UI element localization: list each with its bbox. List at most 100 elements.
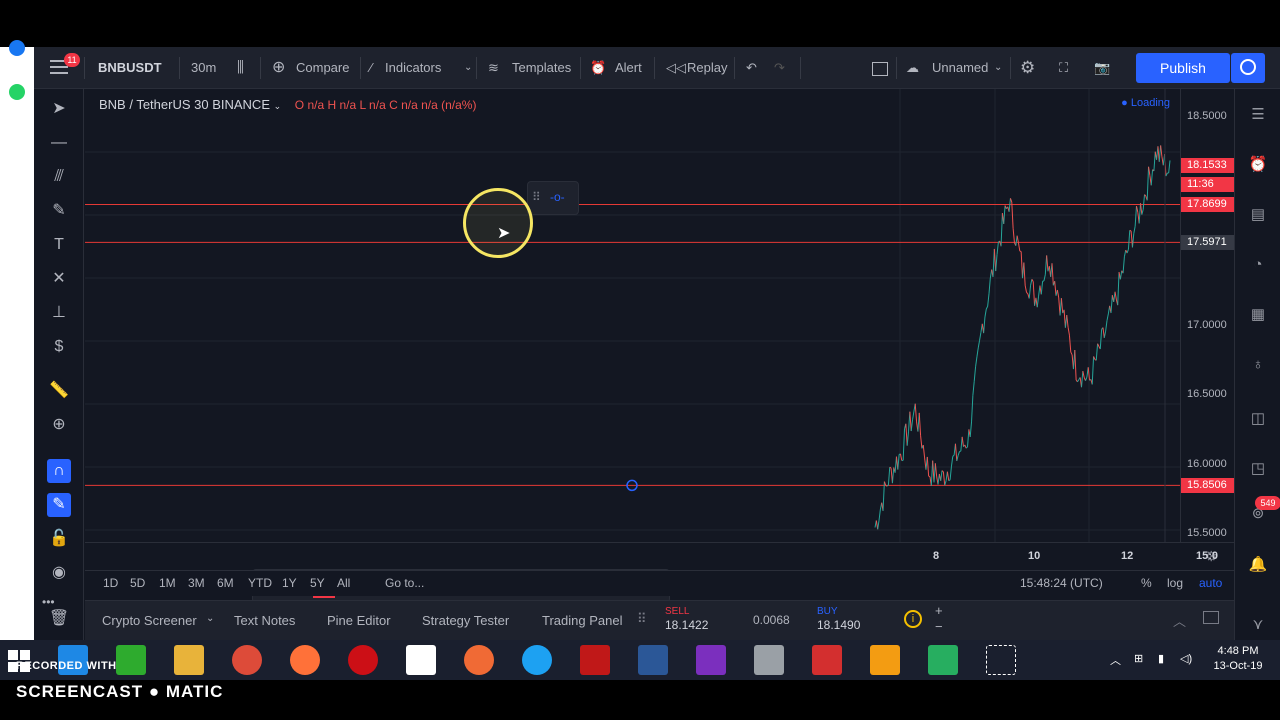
live-stream-button[interactable] bbox=[1231, 53, 1265, 83]
range-button-5d[interactable]: 5D bbox=[130, 576, 145, 590]
compare-button[interactable]: Compare bbox=[296, 47, 349, 89]
snipping-tool-icon[interactable] bbox=[986, 645, 1016, 675]
legend-symbol-title[interactable]: BNB / TetherUS 30 BINANCE bbox=[99, 97, 270, 112]
mini-drawing-toolbar[interactable]: ⠿ -o- bbox=[527, 181, 579, 215]
indicators-chevron-down-icon[interactable]: ⌄ bbox=[464, 47, 472, 89]
chrome-icon[interactable] bbox=[232, 645, 262, 675]
redo-icon[interactable]: ↷ bbox=[774, 47, 785, 89]
taskbar-clock[interactable]: 4:48 PM 13-Oct-19 bbox=[1208, 644, 1268, 674]
whatsapp-icon[interactable] bbox=[9, 84, 25, 100]
zoom-in-icon[interactable]: ⊕ bbox=[47, 413, 71, 437]
tray-chevron-up-icon[interactable]: ︿ bbox=[1110, 652, 1121, 668]
alert-clock-icon[interactable]: ⏰ bbox=[590, 47, 606, 89]
word-icon[interactable] bbox=[638, 645, 668, 675]
screener-chevron-down-icon[interactable]: ⌄ bbox=[206, 613, 214, 624]
indicators-button[interactable]: Indicators bbox=[385, 47, 441, 89]
indicators-fx-icon[interactable]: ∕ bbox=[370, 47, 372, 89]
prediction-icon[interactable]: ⊥ bbox=[47, 301, 71, 325]
notepad-icon[interactable] bbox=[406, 645, 436, 675]
utc-clock[interactable]: 15:48:24 (UTC) bbox=[1020, 576, 1103, 590]
info-icon[interactable]: i bbox=[904, 610, 922, 628]
replay-icon[interactable]: ◁◁ bbox=[666, 47, 686, 89]
time-axis[interactable]: ⚙ 8 10 12 15:0 bbox=[85, 542, 1234, 570]
sell-button[interactable]: SELL 18.1422 bbox=[651, 603, 741, 637]
calendar-icon[interactable]: ▦ bbox=[1248, 305, 1268, 325]
cloud-icon[interactable]: ☁ bbox=[906, 47, 919, 89]
price-axis[interactable]: 18.5000 17.0000 16.5000 16.0000 15.5000 18.15… bbox=[1180, 89, 1235, 562]
tray-network-icon[interactable]: ⊞ bbox=[1134, 652, 1143, 665]
panel-tab-crypto-screener[interactable]: Crypto Screener bbox=[102, 613, 197, 628]
range-button-ytd[interactable]: YTD bbox=[248, 576, 272, 590]
streams-icon[interactable]: ◫ bbox=[1248, 409, 1268, 429]
notifications-bell-icon[interactable]: 🔔 bbox=[1248, 555, 1268, 575]
pattern-icon[interactable]: ✕ bbox=[47, 267, 71, 291]
trash-icon[interactable]: 🗑 bbox=[47, 607, 71, 631]
templates-icon[interactable]: ≋ bbox=[488, 47, 499, 89]
pitchfork-icon[interactable]: ⫻ bbox=[47, 165, 71, 189]
range-button-3m[interactable]: 3M bbox=[188, 576, 205, 590]
stay-in-drawing-icon[interactable]: ✎ bbox=[47, 493, 71, 517]
panel-chevron-up-icon[interactable]: ︿ bbox=[1173, 611, 1186, 630]
log-scale-toggle[interactable]: log bbox=[1167, 576, 1183, 590]
screencast-icon[interactable] bbox=[928, 645, 958, 675]
eye-icon[interactable]: ◉ bbox=[47, 561, 71, 585]
expand-plus-icon[interactable]: + bbox=[935, 603, 943, 618]
tray-battery-icon[interactable]: ▮ bbox=[1158, 652, 1164, 665]
alerts-clock-icon[interactable]: ⏰ bbox=[1248, 155, 1268, 175]
chart-pane[interactable]: BNB / TetherUS 30 BINANCE ⌄ O n/a H n/a … bbox=[85, 89, 1180, 562]
range-button-1d[interactable]: 1D bbox=[103, 576, 118, 590]
opera-icon[interactable] bbox=[348, 645, 378, 675]
magnet-icon[interactable]: ∩ bbox=[47, 459, 71, 483]
range-button-1m[interactable]: 1M bbox=[159, 576, 176, 590]
legend-chevron-down-icon[interactable]: ⌄ bbox=[274, 101, 282, 111]
firefox-icon[interactable] bbox=[290, 645, 320, 675]
candle-style-icon[interactable]: ⫼ bbox=[237, 47, 244, 89]
photo-app-icon[interactable] bbox=[464, 645, 494, 675]
snapshot-camera-icon[interactable]: 📷 bbox=[1094, 47, 1110, 89]
range-button-1y[interactable]: 1Y bbox=[282, 576, 297, 590]
alert-button[interactable]: Alert bbox=[615, 47, 642, 89]
trade-drag-handle-icon[interactable]: ⠿ bbox=[637, 611, 647, 627]
panel-tab-pine-editor[interactable]: Pine Editor bbox=[327, 613, 391, 628]
chart-arrows-icon[interactable]: ⋎ bbox=[1248, 615, 1268, 635]
range-button-5y[interactable]: 5Y bbox=[310, 576, 325, 590]
layout-select-icon[interactable] bbox=[872, 62, 888, 76]
panel-tab-text-notes[interactable]: Text Notes bbox=[234, 613, 295, 628]
data-window-icon[interactable]: ▤ bbox=[1248, 205, 1268, 225]
panel-tab-strategy-tester[interactable]: Strategy Tester bbox=[422, 613, 509, 628]
layout-chevron-down-icon[interactable]: ⌄ bbox=[994, 47, 1002, 89]
dollar-icon[interactable]: $ bbox=[47, 335, 71, 359]
publish-button[interactable]: Publish bbox=[1136, 53, 1230, 83]
undo-icon[interactable]: ↶ bbox=[746, 47, 757, 89]
buy-button[interactable]: BUY 18.1490 bbox=[803, 603, 893, 637]
store-icon[interactable] bbox=[116, 645, 146, 675]
ideas-bulb-icon[interactable]: ♁ bbox=[1248, 355, 1268, 375]
auto-scale-toggle[interactable]: auto bbox=[1199, 576, 1222, 590]
network-icon[interactable] bbox=[522, 645, 552, 675]
file-explorer-icon[interactable] bbox=[174, 645, 204, 675]
range-button-6m[interactable]: 6M bbox=[217, 576, 234, 590]
fullscreen-icon[interactable]: ⛶ bbox=[1059, 47, 1068, 89]
hotlist-icon[interactable]: ◔ bbox=[1248, 255, 1268, 275]
replay-button[interactable]: Replay bbox=[687, 47, 727, 89]
messenger-icon[interactable] bbox=[9, 40, 25, 56]
settings-gear-icon[interactable]: ⚙ bbox=[1020, 47, 1035, 89]
interval-button[interactable]: 30m bbox=[191, 47, 216, 89]
percent-scale-toggle[interactable]: % bbox=[1141, 576, 1152, 590]
range-button-all[interactable]: All bbox=[337, 576, 350, 590]
horizontal-line-icon[interactable]: -o- bbox=[550, 190, 565, 204]
maximize-panel-icon[interactable] bbox=[1203, 611, 1219, 624]
compare-plus-icon[interactable]: ⊕ bbox=[272, 47, 285, 89]
cursor-icon[interactable]: ➤ bbox=[47, 97, 71, 121]
chats-icon[interactable]: ◳ bbox=[1248, 459, 1268, 479]
symbol-search-button[interactable]: BNBUSDT bbox=[98, 47, 162, 89]
search-app-icon[interactable] bbox=[696, 645, 726, 675]
goto-date-button[interactable]: Go to... bbox=[385, 576, 424, 590]
layout-name-button[interactable]: Unnamed bbox=[932, 47, 988, 89]
tray-volume-icon[interactable]: ◁) bbox=[1180, 652, 1192, 665]
trend-line-icon[interactable]: — bbox=[47, 131, 71, 155]
collapse-minus-icon[interactable]: − bbox=[935, 619, 943, 634]
ruler-icon[interactable]: 📏 bbox=[47, 379, 71, 403]
text-tool-icon[interactable]: T bbox=[47, 233, 71, 257]
media-player-icon[interactable] bbox=[870, 645, 900, 675]
